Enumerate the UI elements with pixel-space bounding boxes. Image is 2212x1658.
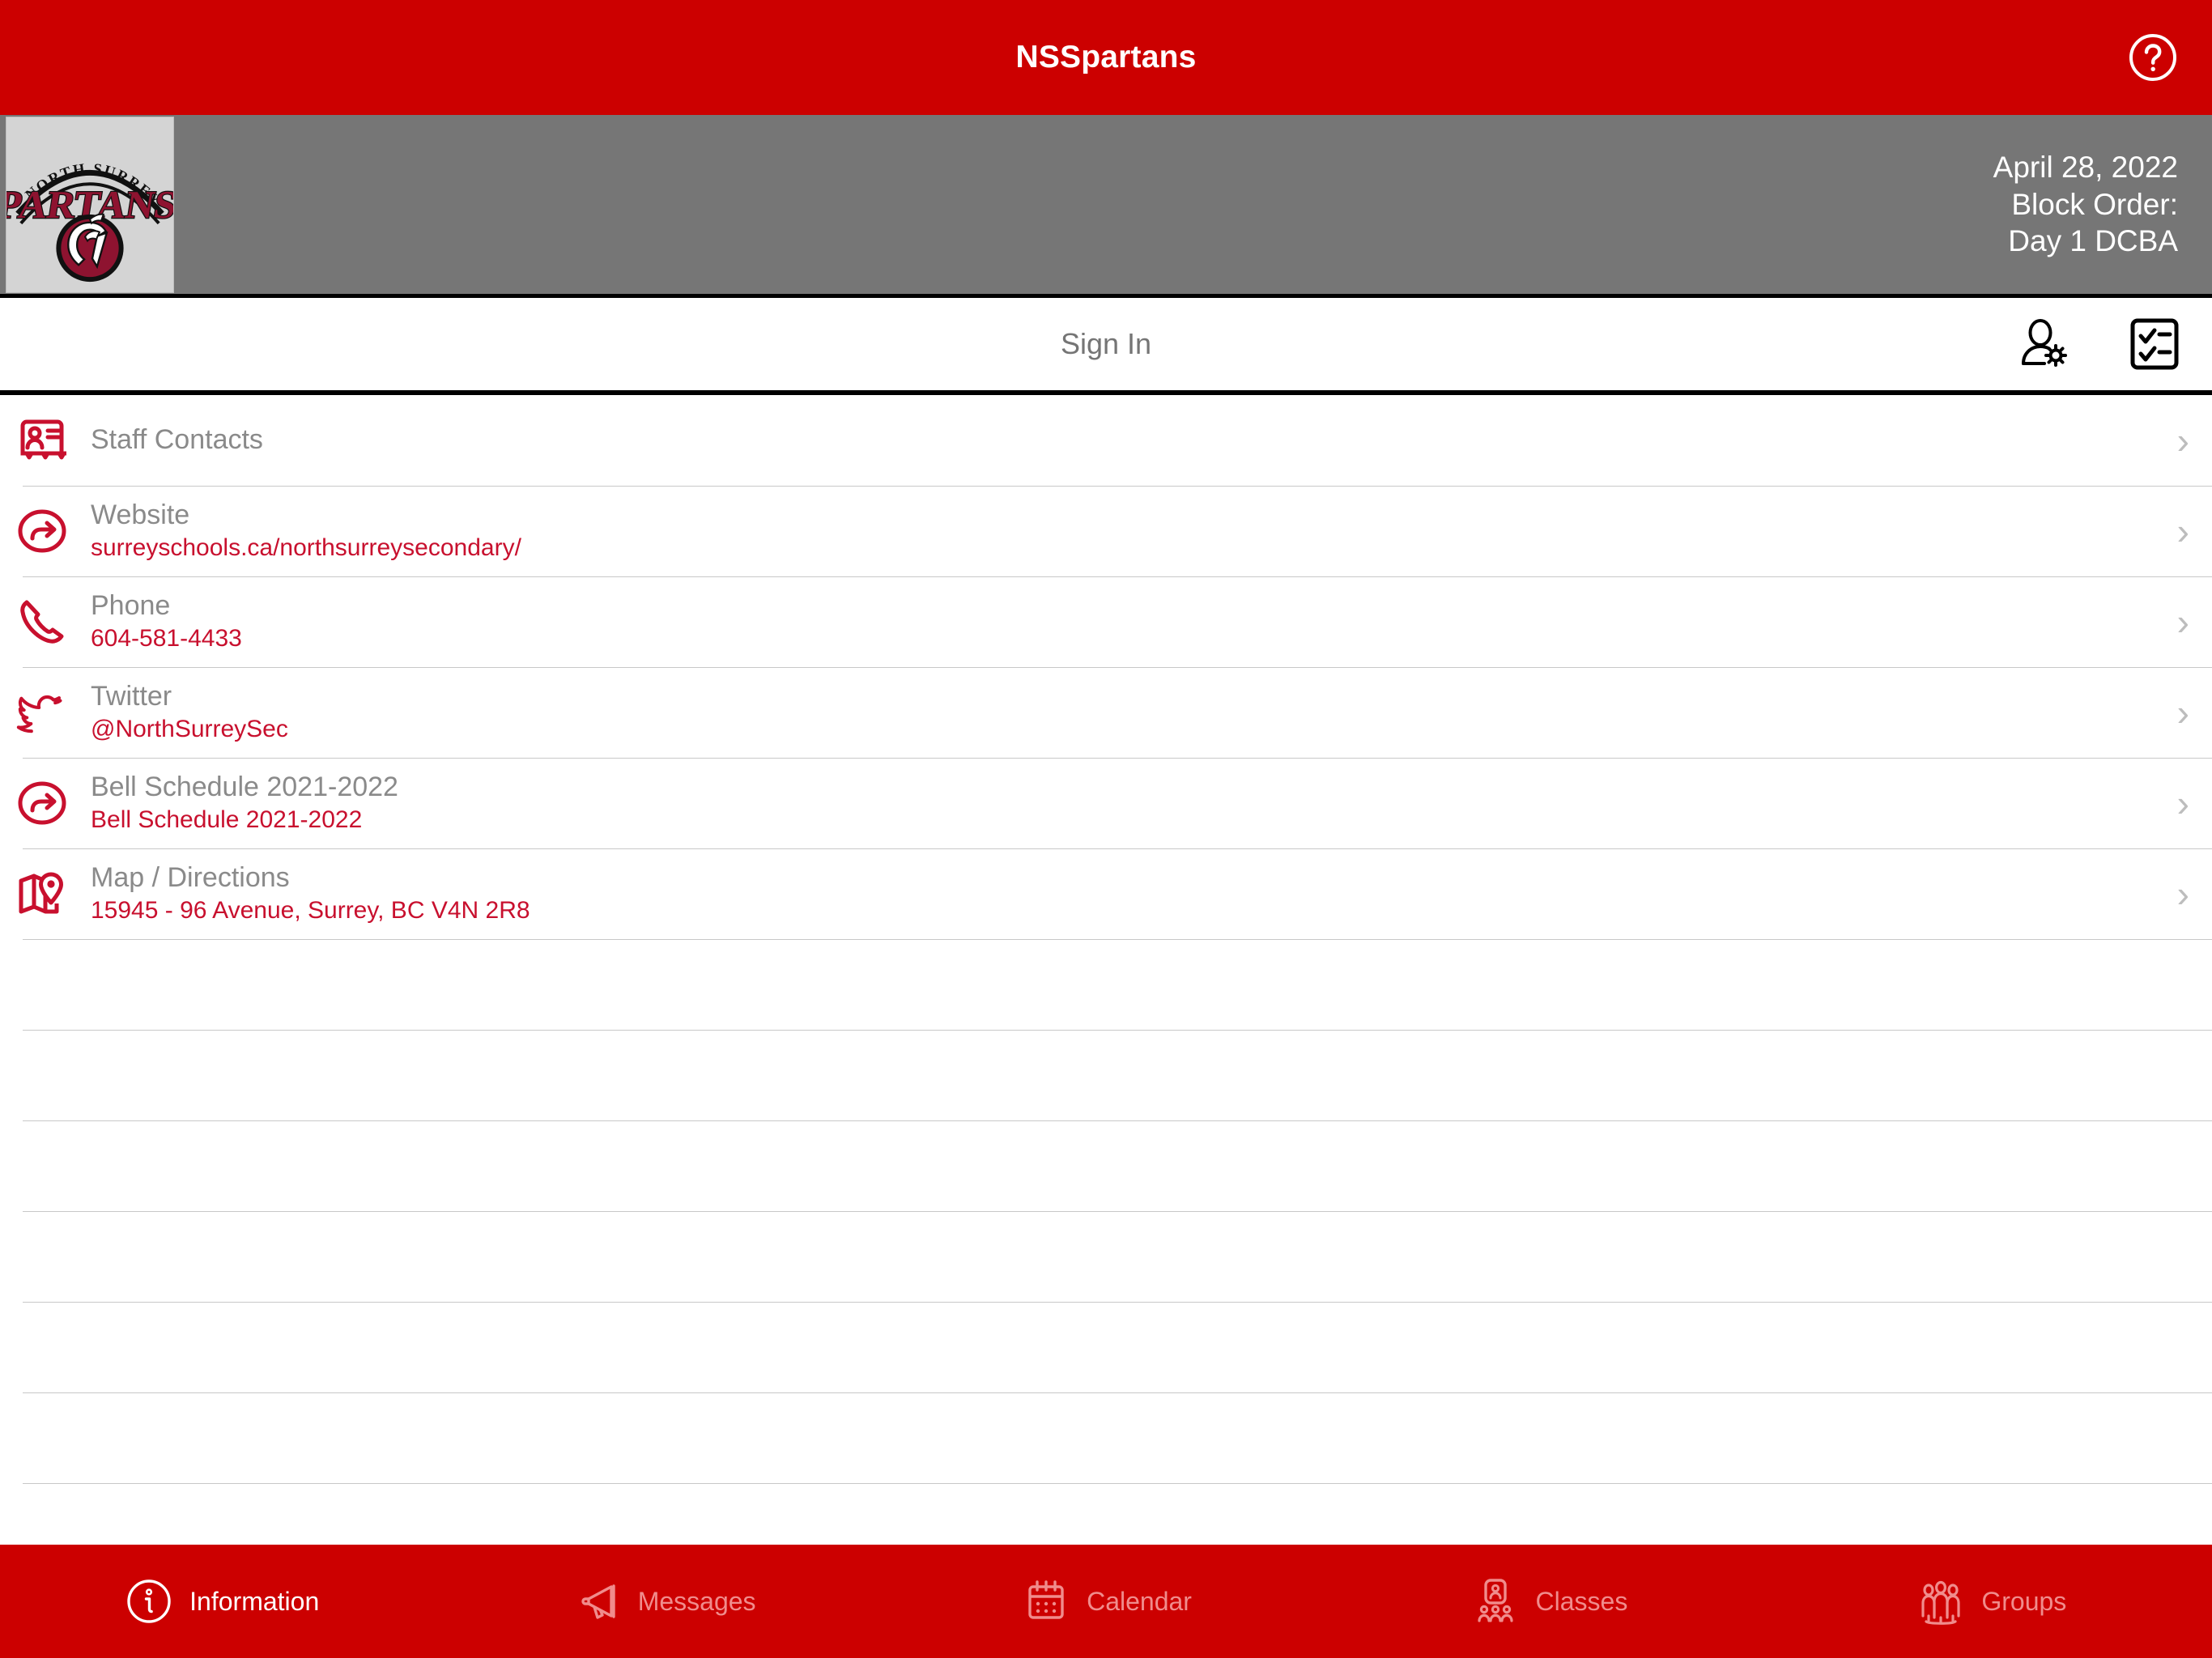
map-pin-icon — [11, 863, 73, 925]
list-item-value[interactable]: @NorthSurreySec — [91, 716, 2161, 744]
tab-label: Groups — [1981, 1586, 2067, 1616]
groups-icon — [1915, 1575, 1967, 1627]
megaphone-icon — [572, 1575, 623, 1627]
twitter-bird-icon — [11, 682, 73, 743]
page-title: NSSpartans — [1015, 40, 1197, 74]
tab-label: Information — [189, 1586, 320, 1616]
banner-date-info: April 28, 2022 Block Order: Day 1 DCBA — [1993, 149, 2178, 260]
title-bar: NSSpartans — [0, 0, 2212, 115]
empty-list-row — [0, 1302, 2212, 1392]
empty-list-row — [0, 1483, 2212, 1545]
list-item-text: Phone 604-581-4433 — [91, 590, 2161, 653]
tab-messages[interactable]: Messages — [442, 1545, 884, 1658]
classes-icon — [1470, 1575, 1521, 1627]
app-root: NSSpartans NORTH SURREY SPARTANS April 2… — [0, 0, 2212, 1658]
chevron-right-icon: › — [2176, 691, 2189, 733]
list-item[interactable]: Map / Directions 15945 - 96 Avenue, Surr… — [0, 848, 2212, 939]
list-item-text: Bell Schedule 2021-2022 Bell Schedule 20… — [91, 772, 2161, 835]
tab-information[interactable]: Information — [0, 1545, 442, 1658]
list-item-text: Map / Directions 15945 - 96 Avenue, Surr… — [91, 862, 2161, 925]
user-settings-icon[interactable] — [2014, 314, 2074, 374]
phone-icon — [11, 591, 73, 653]
external-link-icon — [11, 772, 73, 834]
list-item[interactable]: Twitter @NorthSurreySec › — [0, 667, 2212, 758]
list-item[interactable]: Staff Contacts › — [0, 395, 2212, 486]
tab-label: Classes — [1535, 1586, 1628, 1616]
tab-calendar[interactable]: Calendar — [885, 1545, 1327, 1658]
list-item-label: Staff Contacts — [91, 424, 263, 456]
empty-list-row — [0, 1211, 2212, 1302]
tab-classes[interactable]: Classes — [1327, 1545, 1769, 1658]
sign-in-button[interactable]: Sign In — [0, 327, 2212, 361]
empty-list-row — [0, 1120, 2212, 1211]
list-item-label: Twitter — [91, 681, 172, 712]
empty-list-row — [0, 1392, 2212, 1483]
banner-date: April 28, 2022 — [1993, 151, 2178, 185]
toolbar-icons — [2014, 314, 2184, 374]
empty-list-row — [0, 1030, 2212, 1120]
chevron-right-icon: › — [2176, 873, 2189, 915]
list-item-text: Staff Contacts — [91, 424, 2161, 456]
list-item-text: Website surreyschools.ca/northsurreyseco… — [91, 500, 2161, 563]
contact-card-icon — [11, 410, 73, 471]
chevron-right-icon: › — [2176, 419, 2189, 461]
list-item[interactable]: Phone 604-581-4433 › — [0, 576, 2212, 667]
checklist-icon[interactable] — [2125, 314, 2184, 374]
chevron-right-icon: › — [2176, 782, 2189, 824]
external-link-icon — [11, 500, 73, 562]
school-logo: NORTH SURREY SPARTANS — [6, 116, 174, 293]
empty-list-row — [0, 939, 2212, 1030]
chevron-right-icon: › — [2176, 601, 2189, 643]
banner-block-order-value: Day 1 DCBA — [2008, 224, 2178, 258]
list-item-value[interactable]: Bell Schedule 2021-2022 — [91, 806, 2161, 835]
list-item-value[interactable]: 15945 - 96 Avenue, Surrey, BC V4N 2R8 — [91, 897, 2161, 925]
signin-bar: Sign In — [0, 298, 2212, 395]
calendar-icon — [1020, 1575, 1072, 1627]
bottom-tab-bar: Information Messages Calendar Classes Gr… — [0, 1545, 2212, 1658]
list-item-label: Bell Schedule 2021-2022 — [91, 772, 398, 803]
list-item[interactable]: Bell Schedule 2021-2022 Bell Schedule 20… — [0, 758, 2212, 848]
list-item-label: Map / Directions — [91, 862, 290, 894]
information-list: Staff Contacts › Website surreyschools.c… — [0, 395, 2212, 1545]
list-item[interactable]: Website surreyschools.ca/northsurreyseco… — [0, 486, 2212, 576]
info-circle-icon — [123, 1575, 175, 1627]
banner-block-order-label: Block Order: — [2011, 187, 2178, 221]
list-item-label: Phone — [91, 590, 171, 622]
list-item-label: Website — [91, 500, 190, 531]
list-item-value[interactable]: surreyschools.ca/northsurreysecondary/ — [91, 534, 2161, 563]
list-item-text: Twitter @NorthSurreySec — [91, 681, 2161, 744]
tab-groups[interactable]: Groups — [1770, 1545, 2212, 1658]
chevron-right-icon: › — [2176, 510, 2189, 552]
tab-label: Messages — [637, 1586, 756, 1616]
school-banner: NORTH SURREY SPARTANS April 28, 2022 Blo… — [0, 115, 2212, 298]
help-circle-icon[interactable] — [2126, 31, 2180, 84]
list-item-value[interactable]: 604-581-4433 — [91, 625, 2161, 653]
tab-label: Calendar — [1087, 1586, 1192, 1616]
